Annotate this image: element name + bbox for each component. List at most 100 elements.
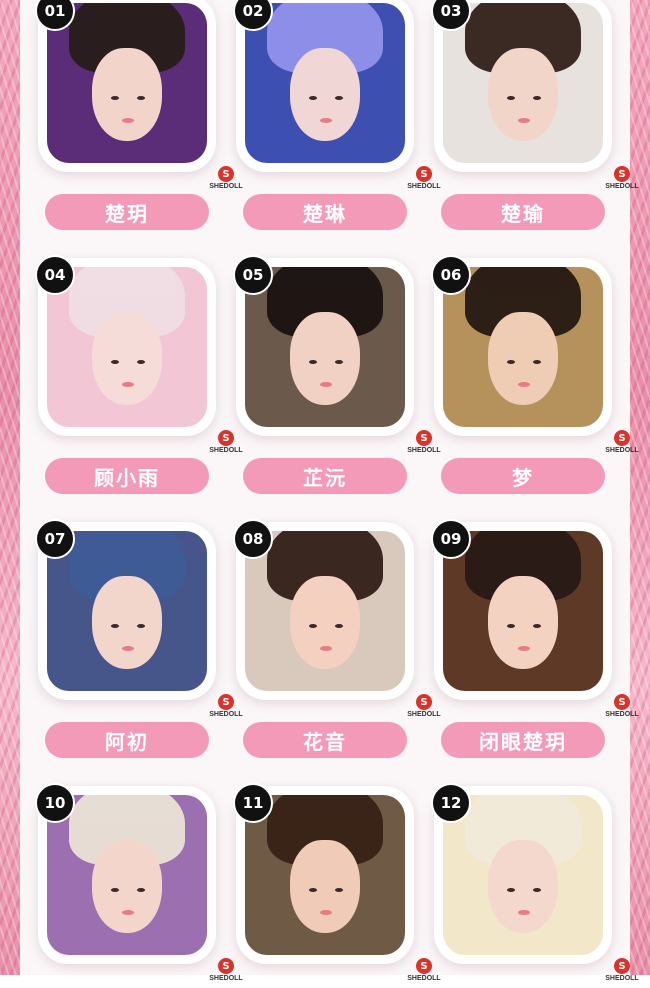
shedoll-logo-icon: S <box>614 166 630 182</box>
eye-left <box>507 95 515 100</box>
face-shape <box>289 839 361 933</box>
shedoll-logo-icon: S <box>416 694 432 710</box>
face-card-09[interactable]: 09 <box>431 519 612 700</box>
shedoll-logo-icon: S <box>218 166 234 182</box>
shedoll-logo-icon: S <box>218 430 234 446</box>
name-label-01[interactable]: 楚玥 <box>45 194 209 230</box>
pink-fur-border-left <box>0 0 20 975</box>
face-shape <box>91 311 163 405</box>
eye-right <box>334 887 343 892</box>
eye-right <box>334 623 343 628</box>
name-label-06[interactable]: 梦 <box>441 458 605 494</box>
face-photo <box>245 795 405 955</box>
shedoll-logo: S SHEDOLL <box>404 430 444 460</box>
eye-left <box>309 359 317 364</box>
name-label-07[interactable]: 阿初 <box>45 722 209 758</box>
shedoll-logo: S SHEDOLL <box>206 958 246 988</box>
shedoll-logo-icon: S <box>416 430 432 446</box>
shedoll-logo-text: SHEDOLL <box>407 447 441 454</box>
face-photo <box>245 267 405 427</box>
face-card-06[interactable]: 06 <box>431 255 612 436</box>
eye-right <box>532 887 541 892</box>
number-badge: 12 <box>431 783 471 823</box>
name-label-02[interactable]: 楚琳 <box>243 194 407 230</box>
hair-fringe <box>475 267 571 296</box>
hair-fringe <box>277 531 373 560</box>
hair-fringe <box>79 3 175 32</box>
shedoll-logo-text: SHEDOLL <box>605 975 639 982</box>
eye-left <box>507 887 515 892</box>
hair-fringe <box>475 795 571 824</box>
eye-left <box>111 359 119 364</box>
number-badge: 05 <box>233 255 273 295</box>
eye-left <box>111 887 119 892</box>
number-badge: 11 <box>233 783 273 823</box>
face-card-11[interactable]: 11 <box>233 783 414 964</box>
number-badge: 09 <box>431 519 471 559</box>
shedoll-logo-text: SHEDOLL <box>209 183 243 190</box>
number-badge: 04 <box>35 255 75 295</box>
face-card-02[interactable]: 02 <box>233 0 414 172</box>
face-card-08[interactable]: 08 <box>233 519 414 700</box>
shedoll-logo: S SHEDOLL <box>602 694 642 724</box>
number-badge: 07 <box>35 519 75 559</box>
shedoll-logo: S SHEDOLL <box>602 958 642 988</box>
shedoll-logo: S SHEDOLL <box>206 430 246 460</box>
name-label-08[interactable]: 花音 <box>243 722 407 758</box>
face-photo <box>47 267 207 427</box>
shedoll-logo-text: SHEDOLL <box>605 711 639 718</box>
shedoll-logo: S SHEDOLL <box>206 694 246 724</box>
shedoll-logo-text: SHEDOLL <box>407 711 441 718</box>
shedoll-logo: S SHEDOLL <box>404 166 444 196</box>
face-photo <box>245 531 405 691</box>
shedoll-logo: S SHEDOLL <box>404 694 444 724</box>
face-card-07[interactable]: 07 <box>35 519 216 700</box>
name-label-05[interactable]: 芷沅 <box>243 458 407 494</box>
hair-fringe <box>277 267 373 296</box>
face-photo <box>245 3 405 163</box>
shedoll-logo-text: SHEDOLL <box>209 711 243 718</box>
face-card-05[interactable]: 05 <box>233 255 414 436</box>
eye-left <box>309 887 317 892</box>
face-shape <box>91 575 163 669</box>
name-label-09[interactable]: 闭眼楚玥 <box>441 722 605 758</box>
shedoll-logo-icon: S <box>614 430 630 446</box>
shedoll-logo-icon: S <box>416 958 432 974</box>
shedoll-logo: S SHEDOLL <box>206 166 246 196</box>
eye-left <box>507 359 515 364</box>
eye-left <box>309 623 317 628</box>
face-shape <box>289 311 361 405</box>
face-shape <box>487 311 559 405</box>
hair-fringe <box>277 3 373 32</box>
face-card-10[interactable]: 10 <box>35 783 216 964</box>
hair-fringe <box>475 531 571 560</box>
face-card-01[interactable]: 01 <box>35 0 216 172</box>
shedoll-logo: S SHEDOLL <box>602 430 642 460</box>
eye-left <box>111 95 119 100</box>
eye-right <box>532 359 541 364</box>
face-card-04[interactable]: 04 <box>35 255 216 436</box>
shedoll-logo-icon: S <box>218 958 234 974</box>
shedoll-logo: S SHEDOLL <box>404 958 444 988</box>
shedoll-logo: S SHEDOLL <box>602 166 642 196</box>
eye-left <box>507 623 515 628</box>
hair-fringe <box>79 531 175 560</box>
face-shape <box>487 47 559 141</box>
hair-fringe <box>277 795 373 824</box>
face-photo <box>443 3 603 163</box>
face-photo <box>47 3 207 163</box>
name-label-03[interactable]: 楚瑜 <box>441 194 605 230</box>
face-card-12[interactable]: 12 <box>431 783 612 964</box>
face-photo <box>47 795 207 955</box>
face-shape <box>487 575 559 669</box>
shedoll-logo-icon: S <box>614 694 630 710</box>
face-card-03[interactable]: 03 <box>431 0 612 172</box>
face-shape <box>91 47 163 141</box>
number-badge: 06 <box>431 255 471 295</box>
shedoll-logo-text: SHEDOLL <box>407 975 441 982</box>
face-photo <box>443 531 603 691</box>
face-shape <box>289 47 361 141</box>
eye-right <box>532 95 541 100</box>
name-label-04[interactable]: 顾小雨 <box>45 458 209 494</box>
eye-right <box>334 359 343 364</box>
